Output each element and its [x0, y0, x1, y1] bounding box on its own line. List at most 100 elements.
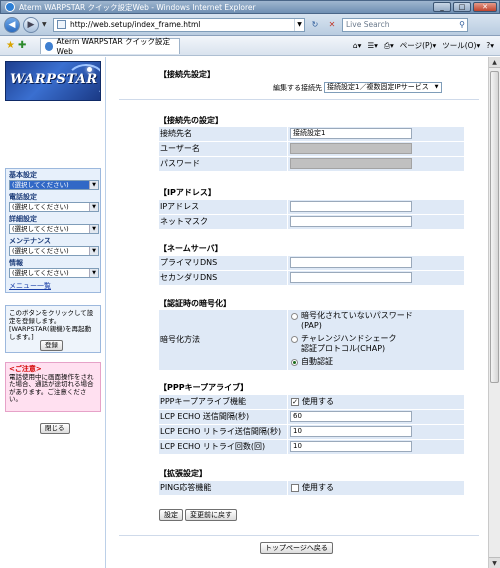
auth-method-options: 暗号化されていないパスワード (PAP) チャレンジハンドシェーク 認証プロトコ… — [288, 310, 464, 370]
divider — [119, 535, 479, 536]
ppp-keepalive-text: 使用する — [302, 397, 334, 406]
radio-pap-dot[interactable] — [291, 313, 298, 320]
feeds-icon[interactable]: ☰▾ — [367, 41, 378, 50]
radio-pap-line1: 暗号化されていないパスワード — [301, 311, 413, 320]
secondary-dns-row: セカンダリDNS — [159, 271, 464, 285]
ping-response-label: PING応答機能 — [159, 481, 287, 495]
ppp-keepalive-checkbox[interactable]: ✓ — [291, 398, 299, 406]
lcp-interval-input[interactable]: 60 — [290, 411, 412, 422]
scroll-up-icon[interactable]: ▲ — [489, 57, 500, 68]
recent-pages-dropdown-icon[interactable]: ▼ — [42, 21, 50, 28]
password-input[interactable] — [290, 158, 412, 169]
search-icon[interactable]: ⚲ — [459, 19, 465, 31]
chevron-down-icon: ▼ — [89, 225, 98, 233]
chevron-down-icon: ▼ — [89, 181, 98, 189]
menu-select-basic[interactable]: (選択してください) ▼ — [9, 180, 99, 190]
caution-box: <ご注意> 電話使用中に画面操作をされた場合、通話が途切れる場合があります。ご注… — [5, 362, 101, 412]
edit-connection-label: 編集する接続先 — [273, 84, 322, 92]
ping-response-row: PING応答機能 使用する — [159, 481, 464, 495]
lcp-retry-count-row: LCP ECHO リトライ回数(回) 10 — [159, 440, 464, 454]
back-button[interactable]: ◀ — [4, 16, 20, 33]
print-icon[interactable]: ⎙▾ — [384, 41, 394, 51]
register-button[interactable]: 登録 — [40, 340, 63, 351]
radio-chap-dot[interactable] — [291, 336, 298, 343]
menu-select-advanced[interactable]: (選択してください) ▼ — [9, 224, 99, 234]
secondary-dns-cell — [288, 271, 464, 285]
url-dropdown-icon[interactable]: ▼ — [294, 18, 304, 31]
radio-auto[interactable]: 自動認証 — [291, 357, 333, 367]
revert-button[interactable]: 変更前に戻す — [185, 509, 237, 521]
username-row: ユーザー名 — [159, 142, 464, 156]
lcp-retry-count-cell: 10 — [288, 440, 464, 454]
page-icon — [57, 20, 66, 29]
logo-swoosh-icon — [66, 64, 100, 98]
url-field[interactable]: http://web.setup/index_frame.html ▼ — [53, 17, 305, 32]
ppp-keepalive-row: PPPキープアライブ機能 ✓ 使用する — [159, 395, 464, 409]
favorites-star-icon[interactable]: ★ — [6, 40, 18, 51]
username-input[interactable] — [290, 143, 412, 154]
chevron-down-icon: ▼ — [89, 247, 98, 255]
ping-response-checkbox[interactable] — [291, 484, 299, 492]
lcp-retry-interval-input[interactable]: 10 — [290, 426, 412, 437]
edit-connection-select[interactable]: 接続設定1／複数固定IPサービス ▼ — [324, 82, 442, 93]
menu-select-maintenance[interactable]: (選択してください) ▼ — [9, 246, 99, 256]
scroll-down-icon[interactable]: ▼ — [489, 557, 500, 568]
radio-pap[interactable]: 暗号化されていないパスワード (PAP) — [291, 311, 413, 331]
menu-group-info: 情報 (選択してください) ▼ — [9, 259, 99, 278]
ping-response-text: 使用する — [302, 483, 334, 492]
connection-name-input[interactable]: 接続設定1 — [290, 128, 412, 139]
primary-dns-cell — [288, 256, 464, 270]
address-bar: ◀ ▶ ▼ http://web.setup/index_frame.html … — [0, 14, 500, 36]
radio-auto-dot[interactable] — [291, 359, 298, 366]
menu-select-value: (選択してください) — [12, 181, 69, 189]
menu-list-link[interactable]: メニュー一覧 — [9, 281, 97, 291]
radio-auto-label: 自動認証 — [301, 357, 333, 366]
add-favorites-icon[interactable]: ✚ — [18, 40, 30, 51]
close-window-button[interactable]: ✕ — [473, 2, 497, 12]
search-input[interactable]: Live Search ⚲ — [342, 17, 468, 32]
stop-icon[interactable]: ✕ — [325, 18, 339, 32]
ip-address-cell — [288, 200, 464, 214]
home-icon[interactable]: ⌂▾ — [353, 41, 362, 50]
browser-tab[interactable]: Aterm WARPSTAR クイック設定Web — [40, 37, 180, 56]
netmask-row: ネットマスク — [159, 215, 464, 229]
menu-group-advanced: 詳細設定 (選択してください) ▼ — [9, 215, 99, 234]
menu-title: メンテナンス — [9, 237, 51, 245]
menu-select-phone[interactable]: (選択してください) ▼ — [9, 202, 99, 212]
page-menu[interactable]: ページ(P)▾ — [400, 40, 437, 51]
primary-dns-input[interactable] — [290, 257, 412, 268]
menu-select-info[interactable]: (選択してください) ▼ — [9, 268, 99, 278]
secondary-dns-input[interactable] — [290, 272, 412, 283]
netmask-input[interactable] — [290, 216, 412, 227]
scroll-thumb[interactable] — [490, 71, 499, 383]
page-menu-label: ページ(P) — [399, 41, 433, 50]
username-cell — [288, 142, 464, 156]
forward-button[interactable]: ▶ — [23, 16, 39, 33]
connection-name-row: 接続先名 接続設定1 — [159, 127, 464, 141]
minimize-button[interactable]: _ — [433, 2, 451, 12]
vertical-scrollbar[interactable]: ▲ ▼ — [488, 57, 500, 568]
menu-group-maintenance: メンテナンス (選択してください) ▼ — [9, 237, 99, 256]
top-page-button[interactable]: トップページへ戻る — [260, 542, 333, 554]
tools-menu[interactable]: ツール(O)▾ — [442, 40, 480, 51]
lcp-interval-cell: 60 — [288, 410, 464, 424]
refresh-icon[interactable]: ↻ — [308, 18, 322, 32]
netmask-cell — [288, 215, 464, 229]
menu-title: 基本設定 — [9, 171, 37, 179]
lcp-retry-interval-cell: 10 — [288, 425, 464, 439]
help-icon[interactable]: ?▾ — [486, 41, 494, 50]
ip-address-label: IPアドレス — [159, 200, 287, 214]
lcp-retry-count-input[interactable]: 10 — [290, 441, 412, 452]
radio-chap[interactable]: チャレンジハンドシェーク 認証プロトコル(CHAP) — [291, 334, 396, 354]
radio-chap-line2: 認証プロトコル(CHAP) — [301, 344, 386, 353]
auth-heading: 【認証時の暗号化】 — [159, 299, 231, 308]
edit-connection-value: 接続設定1／複数固定IPサービス — [327, 83, 429, 91]
lcp-retry-interval-label: LCP ECHO リトライ送信間隔(秒) — [159, 425, 287, 439]
window-titlebar: Aterm WARPSTAR クイック設定Web - Windows Inter… — [0, 0, 500, 14]
maximize-button[interactable]: □ — [453, 2, 471, 12]
password-label: パスワード — [159, 157, 287, 171]
close-button[interactable]: 閉じる — [40, 423, 70, 434]
menu-group-basic: 基本設定 (選択してください) ▼ — [9, 171, 99, 190]
ip-address-input[interactable] — [290, 201, 412, 212]
set-button[interactable]: 設定 — [159, 509, 183, 521]
